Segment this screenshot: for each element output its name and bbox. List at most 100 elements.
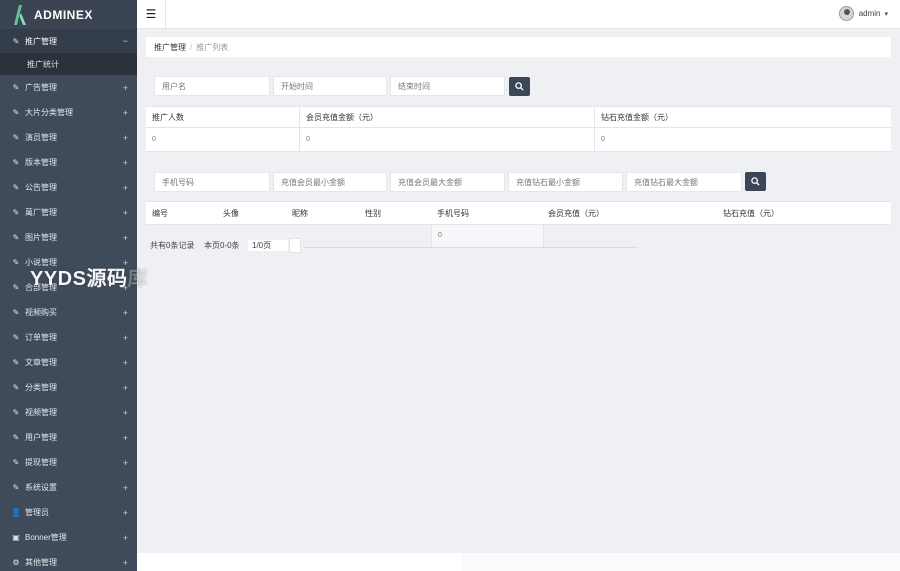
search-icon <box>515 82 524 91</box>
edit-icon: ✎ <box>12 36 20 46</box>
expand-icon[interactable]: + <box>123 458 128 468</box>
sidebar-item[interactable]: ✎ 大片分类管理 + <box>0 100 137 125</box>
stats-value: 0 <box>601 136 605 143</box>
column-header: 手机号码 <box>437 209 469 218</box>
sidebar-item[interactable]: ✎ 视频管理 + <box>0 400 137 425</box>
sidebar-item[interactable]: ✎ 视频购买 + <box>0 300 137 325</box>
column-header: 昵称 <box>292 209 308 218</box>
sidebar-item[interactable]: ✎ 萬厂管理 + <box>0 200 137 225</box>
collapse-icon[interactable]: − <box>123 36 128 46</box>
sidebar-item[interactable]: ✎ 版本管理 + <box>0 150 137 175</box>
sidebar-item-label: 订单管理 <box>25 333 57 342</box>
expand-icon[interactable]: + <box>123 533 128 543</box>
expand-icon[interactable]: + <box>123 108 128 118</box>
sidebar-item[interactable]: ⚙ 其他管理 + <box>0 550 137 571</box>
username-input[interactable]: 用户名 <box>154 76 270 96</box>
breadcrumb: 推广管理 / 推广列表 <box>146 37 891 57</box>
edit-icon: ✎ <box>12 208 20 217</box>
expand-icon[interactable]: + <box>123 558 128 568</box>
edit-icon: ✎ <box>12 458 20 467</box>
hamburger-icon: ☰ <box>145 7 157 21</box>
logo[interactable]: ADMINEX <box>0 0 137 29</box>
edit-icon: ✎ <box>12 333 20 342</box>
end-time-input[interactable]: 结束时间 <box>390 76 505 96</box>
expand-icon[interactable]: + <box>123 133 128 143</box>
breadcrumb-section[interactable]: 推广管理 <box>154 42 186 53</box>
watermark: YYDS源码库 <box>30 262 148 291</box>
phone-input[interactable]: 手机号码 <box>154 172 270 192</box>
edit-icon: ✎ <box>12 83 20 92</box>
column-header: 钻石充值（元） <box>723 209 779 218</box>
sidebar-item[interactable]: ✎ 广告管理 + <box>0 75 137 100</box>
expand-icon[interactable]: + <box>123 233 128 243</box>
edit-icon: ✎ <box>12 108 20 117</box>
sidebar-item-label: 大片分类管理 <box>25 108 73 117</box>
sidebar-item[interactable]: ✎ 文章管理 + <box>0 350 137 375</box>
list-table-header: 编号 头像 昵称 性别 手机号码 会员充值（元） 钻石充值（元） <box>146 201 891 225</box>
watermark-ghost-text: 库 <box>127 268 148 290</box>
sidebar-item-label: 提现管理 <box>25 458 57 467</box>
page-input[interactable] <box>289 238 301 253</box>
logo-text: ADMINEX <box>34 7 93 22</box>
sidebar-item[interactable]: ✎ 订单管理 + <box>0 325 137 350</box>
column-header: 性别 <box>365 209 381 218</box>
pagination-current: 本页0-0条 <box>204 241 240 250</box>
expand-icon[interactable]: + <box>123 483 128 493</box>
stats-header: 会员充值金额（元） <box>306 113 378 122</box>
sidebar-item[interactable]: ✎ 提现管理 + <box>0 450 137 475</box>
edit-icon: ✎ <box>12 158 20 167</box>
user-name: admin <box>858 9 881 18</box>
vip-min-input[interactable]: 充值会员最小金额 <box>273 172 387 192</box>
diamond-max-input[interactable]: 充值钻石最大金额 <box>626 172 742 192</box>
column-header: 头像 <box>223 209 239 218</box>
watermark-text: YYDS源码 <box>30 268 128 290</box>
expand-icon[interactable]: + <box>123 508 128 518</box>
search-button[interactable] <box>509 77 530 96</box>
menu-toggle-button[interactable]: ☰ <box>137 0 166 28</box>
edit-icon: ✎ <box>12 183 20 192</box>
search-button[interactable] <box>745 172 766 191</box>
edit-icon: ✎ <box>12 433 20 442</box>
sidebar-item[interactable]: ▣ Bonner管理 + <box>0 525 137 550</box>
sidebar-item-label: 演员管理 <box>25 133 57 142</box>
sidebar-item-label: 系统设置 <box>25 483 57 492</box>
edit-icon: ✎ <box>12 133 20 142</box>
diamond-min-input[interactable]: 充值钻石最小金额 <box>508 172 623 192</box>
expand-icon[interactable]: + <box>123 408 128 418</box>
sidebar-item-label: 文章管理 <box>25 358 57 367</box>
sidebar-item[interactable]: ✎ 公告管理 + <box>0 175 137 200</box>
vip-max-input[interactable]: 充值会员最大金额 <box>390 172 505 192</box>
sidebar-item[interactable]: ✎ 图片管理 + <box>0 225 137 250</box>
sidebar-item-label: 其他管理 <box>25 558 57 567</box>
table-row: 0 <box>431 225 544 247</box>
start-time-input[interactable]: 开始时间 <box>273 76 387 96</box>
expand-icon[interactable]: + <box>123 433 128 443</box>
sidebar-item[interactable]: ✎ 分类管理 + <box>0 375 137 400</box>
expand-icon[interactable]: + <box>123 158 128 168</box>
expand-icon[interactable]: + <box>123 383 128 393</box>
sidebar-item[interactable]: ✎ 演员管理 + <box>0 125 137 150</box>
expand-icon[interactable]: + <box>123 308 128 318</box>
sidebar-item-label: 公告管理 <box>25 183 57 192</box>
sidebar-item-label: 版本管理 <box>25 158 57 167</box>
sidebar-item-label: 视频购买 <box>25 308 57 317</box>
expand-icon[interactable]: + <box>123 183 128 193</box>
sidebar-item[interactable]: 👤 管理员 + <box>0 500 137 525</box>
user-menu[interactable]: admin ▾ <box>838 6 888 21</box>
sidebar-item-label: 广告管理 <box>25 83 57 92</box>
edit-icon: ✎ <box>12 308 20 317</box>
stats-value: 0 <box>152 136 156 143</box>
sidebar-item[interactable]: ✎ 推广管理 − <box>0 29 137 53</box>
sidebar-item[interactable]: ✎ 用户管理 + <box>0 425 137 450</box>
sidebar-item[interactable]: ✎ 系统设置 + <box>0 475 137 500</box>
expand-icon[interactable]: + <box>123 83 128 93</box>
edit-icon: ✎ <box>12 408 20 417</box>
sidebar-item-label: 分类管理 <box>25 383 57 392</box>
expand-icon[interactable]: + <box>123 333 128 343</box>
sidebar-subitem[interactable]: 推广统计 <box>0 53 137 75</box>
expand-icon[interactable]: + <box>123 208 128 218</box>
edit-icon: ✎ <box>12 358 20 367</box>
user-icon: 👤 <box>11 508 21 517</box>
expand-icon[interactable]: + <box>123 358 128 368</box>
sidebar-item-label: 管理员 <box>25 508 49 517</box>
